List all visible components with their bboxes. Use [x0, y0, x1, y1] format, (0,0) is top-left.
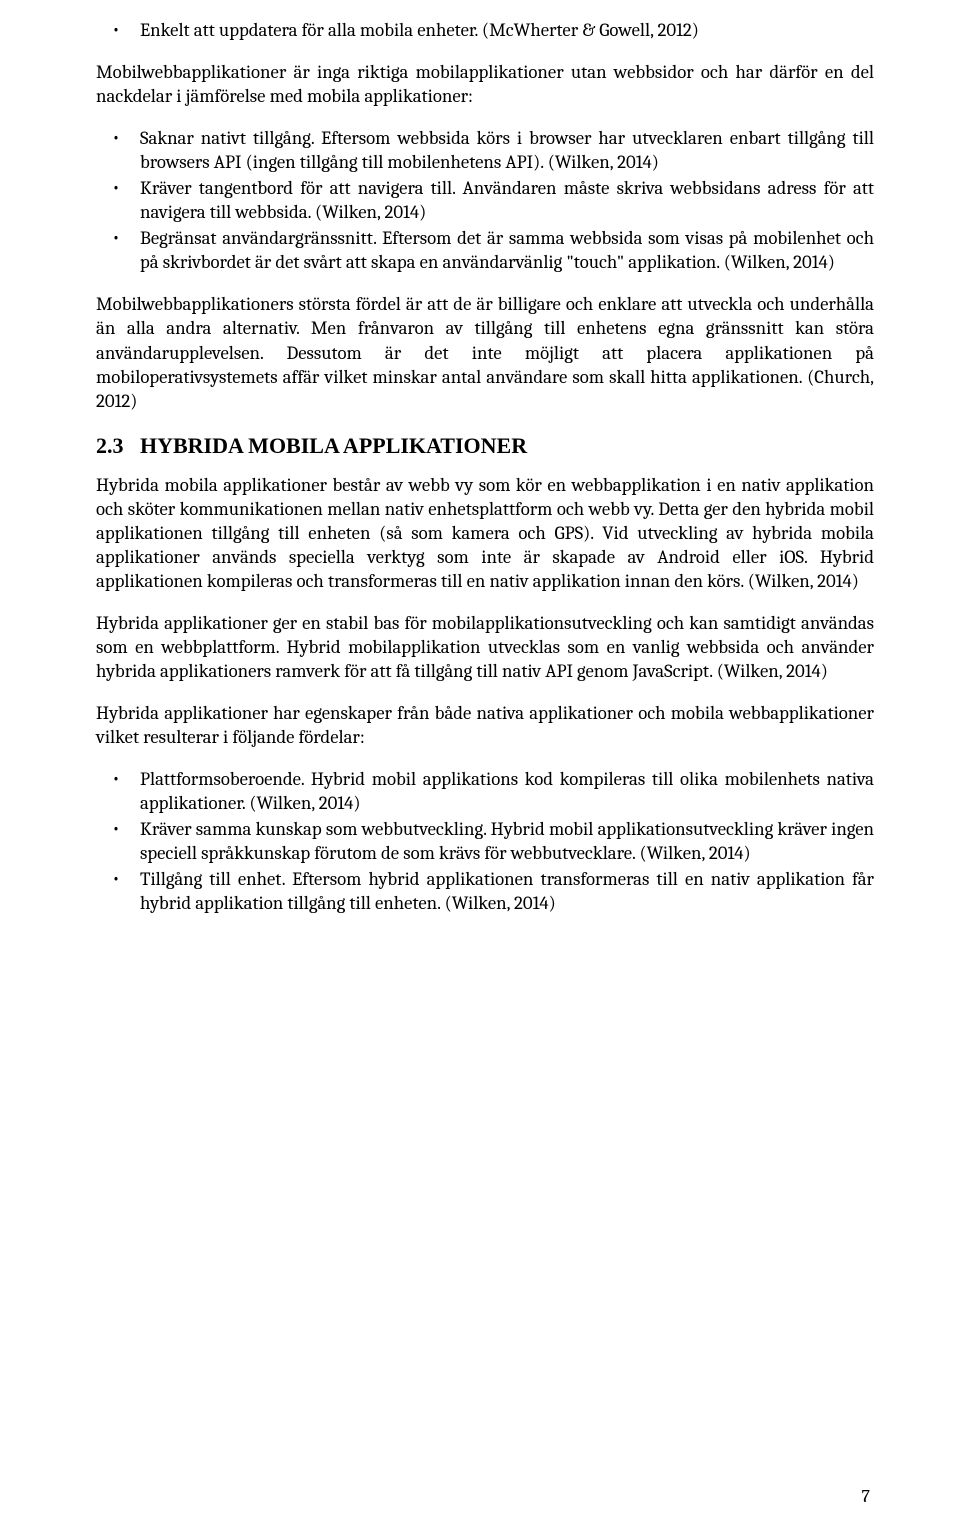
list-item-text: Begränsat användargränssnitt. Eftersom d…	[140, 227, 874, 273]
list-item-text: Kräver samma kunskap som webbutveckling.…	[140, 818, 874, 864]
section-number: 2.3	[96, 433, 124, 458]
list-item-text: Enkelt att uppdatera för alla mobila enh…	[140, 19, 699, 41]
paragraph: Mobilwebbapplikationer är inga riktiga m…	[96, 60, 874, 108]
paragraph: Hybrida mobila applikationer består av w…	[96, 473, 874, 593]
list-item-text: Saknar nativt tillgång. Eftersom webbsid…	[140, 127, 874, 173]
list-item: Kräver tangentbord för att navigera till…	[96, 176, 874, 224]
list-item: Plattformsoberoende. Hybrid mobil applik…	[96, 767, 874, 815]
section-title: HYBRIDA MOBILA APPLIKATIONER	[140, 433, 527, 458]
paragraph: Hybrida applikationer ger en stabil bas …	[96, 611, 874, 683]
paragraph: Hybrida applikationer har egenskaper frå…	[96, 701, 874, 749]
list-item: Begränsat användargränssnitt. Eftersom d…	[96, 226, 874, 274]
section-heading: 2.3 HYBRIDA MOBILA APPLIKATIONER	[96, 433, 874, 459]
bullet-list-3: Plattformsoberoende. Hybrid mobil applik…	[96, 767, 874, 915]
bullet-list-1: Enkelt att uppdatera för alla mobila enh…	[96, 18, 874, 42]
list-item-text: Tillgång till enhet. Eftersom hybrid app…	[140, 868, 874, 914]
list-item-text: Plattformsoberoende. Hybrid mobil applik…	[140, 768, 874, 814]
list-item: Tillgång till enhet. Eftersom hybrid app…	[96, 867, 874, 915]
list-item: Enkelt att uppdatera för alla mobila enh…	[96, 18, 874, 42]
bullet-list-2: Saknar nativt tillgång. Eftersom webbsid…	[96, 126, 874, 274]
page-number: 7	[862, 1486, 870, 1507]
paragraph: Mobilwebbapplikationers största fördel ä…	[96, 292, 874, 412]
list-item-text: Kräver tangentbord för att navigera till…	[140, 177, 874, 223]
list-item: Kräver samma kunskap som webbutveckling.…	[96, 817, 874, 865]
document-page: Enkelt att uppdatera för alla mobila enh…	[0, 0, 960, 1539]
list-item: Saknar nativt tillgång. Eftersom webbsid…	[96, 126, 874, 174]
